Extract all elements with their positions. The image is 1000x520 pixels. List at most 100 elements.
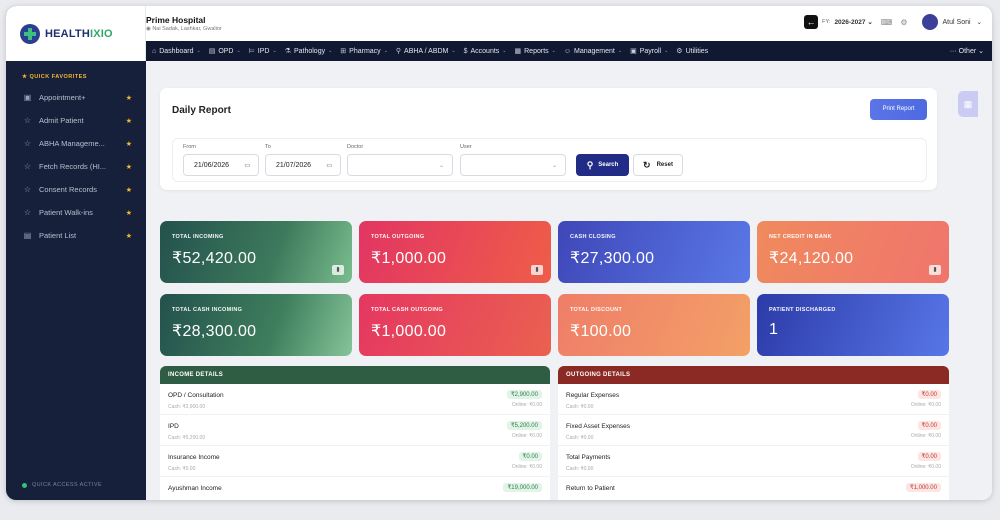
chevron-down-icon: ⌄ bbox=[328, 48, 333, 54]
amount-badge: ₹2,900.00 bbox=[506, 390, 542, 399]
stat-net-credit-bank: NET CREDIT IN BANK ₹24,120.00 ▮ bbox=[757, 221, 949, 283]
print-report-button[interactable]: Print Report bbox=[870, 99, 927, 120]
quick-access-status: QUICK ACCESS ACTIVE bbox=[22, 482, 102, 488]
amount-badge: ₹0.00 bbox=[917, 390, 941, 399]
favorite-star-icon[interactable]: ★ bbox=[126, 140, 132, 148]
search-button[interactable]: ⚲ Search bbox=[576, 154, 629, 176]
nav-dashboard[interactable]: ⌂ Dashboard ⌄ bbox=[152, 48, 201, 55]
avatar[interactable] bbox=[921, 14, 938, 30]
to-label: To bbox=[265, 144, 271, 150]
table-row[interactable]: OPD / Consultation Cash: ₹2,900.00 ₹2,900.… bbox=[160, 384, 550, 415]
sidebar-item-appointment[interactable]: ▣ Appointment+ ★ bbox=[6, 86, 146, 109]
nav-abha[interactable]: ⚲ ABHA / ABDM ⌄ bbox=[395, 47, 456, 56]
user-select[interactable]: ⌄ bbox=[460, 154, 566, 176]
to-date-input[interactable]: 21/07/2026 ▭ bbox=[265, 154, 341, 176]
sidebar-item-patient-walkins[interactable]: ☆ Patient Walk-ins ★ bbox=[6, 201, 146, 224]
table-row[interactable]: Regular Expenses Cash: ₹0.00 ₹0.00 Online: … bbox=[558, 384, 949, 415]
reset-button[interactable]: ↻ Reset bbox=[633, 154, 683, 176]
chevron-down-icon: ⌄ bbox=[383, 48, 388, 54]
calendar-icon: ▣ bbox=[23, 93, 32, 102]
calendar-icon: ▤ bbox=[208, 48, 216, 55]
stat-cash-closing: CASH CLOSING ₹27,300.00 bbox=[558, 221, 750, 283]
pharmacy-icon: ⊞ bbox=[340, 48, 347, 55]
favorite-star-icon[interactable]: ★ bbox=[126, 186, 132, 194]
hospital-info: Prime Hospital ◉ Nai Sadak, Lashkar, Gwa… bbox=[146, 15, 222, 32]
keyboard-icon[interactable]: ⌨ bbox=[881, 18, 893, 27]
stat-total-cash-outgoing: TOTAL CASH OUTGOING ₹1,000.00 bbox=[359, 294, 551, 356]
table-row[interactable]: Insurance Income Cash: ₹0.00 ₹0.00 Online: … bbox=[160, 446, 550, 477]
chevron-down-icon: ⌄ bbox=[438, 162, 444, 169]
favorite-star-icon[interactable]: ★ bbox=[126, 209, 132, 217]
document-icon[interactable]: ▮ bbox=[929, 265, 941, 275]
bed-icon: ⊨ bbox=[248, 48, 255, 55]
main-nav: ⌂ Dashboard ⌄ ▤ OPD ⌄ ⊨ IPD ⌄ ⚗ Pathology ⌄ ⊞ Pha… bbox=[146, 41, 992, 61]
amount-badge: ₹1,000.00 bbox=[905, 483, 941, 492]
header-controls: ← FY: 2026-2027 ⌄ ⌨ ⚙ Atul Soni ⌄ bbox=[804, 14, 982, 30]
nav-pathology[interactable]: ⚗ Pathology ⌄ bbox=[285, 47, 333, 56]
from-label: From bbox=[183, 144, 196, 150]
stat-total-outgoing: TOTAL OUTGOING ₹1,000.00 ▮ bbox=[359, 221, 551, 283]
document-icon[interactable]: ▮ bbox=[531, 265, 543, 275]
nav-accounts[interactable]: $ Accounts ⌄ bbox=[464, 48, 507, 55]
sidebar-item-abha-management[interactable]: ☆ ABHA Manageme... ★ bbox=[6, 132, 146, 155]
nav-ipd[interactable]: ⊨ IPD ⌄ bbox=[248, 47, 277, 56]
nav-management[interactable]: ☺ Management ⌄ bbox=[564, 48, 622, 55]
nav-reports[interactable]: ▦ Reports ⌄ bbox=[515, 47, 556, 56]
calendar-icon: ▭ bbox=[326, 162, 332, 169]
amount-badge: ₹0.00 bbox=[917, 421, 941, 430]
status-dot-icon bbox=[22, 482, 27, 488]
nav-pharmacy[interactable]: ⊞ Pharmacy ⌄ bbox=[340, 47, 388, 56]
sidebar-item-fetch-records[interactable]: ☆ Fetch Records (HI... ★ bbox=[6, 155, 146, 178]
chevron-down-icon: ⌄ bbox=[978, 48, 984, 55]
header: Prime Hospital ◉ Nai Sadak, Lashkar, Gwa… bbox=[146, 6, 992, 41]
gear-icon: ⚙ bbox=[676, 48, 683, 55]
user-name[interactable]: Atul Soni bbox=[943, 19, 971, 26]
chevron-down-icon: ⌄ bbox=[551, 162, 557, 169]
outgoing-details-title: OUTGOING DETAILS bbox=[558, 366, 949, 384]
sidebar-item-admit-patient[interactable]: ☆ Admit Patient ★ bbox=[6, 109, 146, 132]
brand-logo[interactable]: HEALTHIXIO bbox=[6, 6, 146, 61]
favorite-star-icon[interactable]: ★ bbox=[126, 232, 132, 240]
favorite-star-icon[interactable]: ★ bbox=[126, 117, 132, 125]
page-title: Daily Report bbox=[172, 105, 231, 116]
brand-name: HEALTHIXIO bbox=[45, 27, 113, 40]
nav-utilities[interactable]: ⚙ Utilities bbox=[676, 47, 708, 56]
nav-opd[interactable]: ▤ OPD ⌄ bbox=[208, 47, 241, 56]
wallet-icon: ▣ bbox=[630, 48, 637, 55]
table-row[interactable]: Ayushman Income ₹19,000.00 bbox=[160, 477, 550, 500]
list-icon: ▤ bbox=[23, 231, 32, 240]
table-row[interactable]: Fixed Asset Expenses Cash: ₹0.00 ₹0.00 Onli… bbox=[558, 415, 949, 446]
doctor-select[interactable]: ⌄ bbox=[347, 154, 453, 176]
daily-report-card: Daily Report Print Report From 21/06/202… bbox=[160, 88, 937, 190]
stat-total-incoming: TOTAL INCOMING ₹52,420.00 ▮ bbox=[160, 221, 352, 283]
outgoing-details-panel: OUTGOING DETAILS Regular Expenses Cash: ₹… bbox=[558, 366, 949, 500]
link-icon: ⚲ bbox=[395, 48, 402, 55]
chevron-down-icon: ⌄ bbox=[551, 48, 556, 54]
favorite-star-icon[interactable]: ★ bbox=[126, 94, 132, 102]
amount-badge: ₹0.00 bbox=[518, 452, 542, 461]
filter-panel: From 21/06/2026 ▭ To 21/07/2026 ▭ Doctor ⌄… bbox=[172, 138, 927, 182]
favorite-star-icon[interactable]: ★ bbox=[126, 163, 132, 171]
home-icon: ⌂ bbox=[152, 47, 157, 55]
amount-badge: ₹19,000.00 bbox=[503, 483, 542, 492]
table-row[interactable]: IPD Cash: ₹5,200.00 ₹5,200.00 Online: ₹0.00 bbox=[160, 415, 550, 446]
sidebar-item-consent-records[interactable]: ☆ Consent Records ★ bbox=[6, 178, 146, 201]
app-window: HEALTHIXIO ★ QUICK FAVORITES ▣ Appointmen… bbox=[6, 6, 992, 500]
table-row[interactable]: Return to Patient ₹1,000.00 bbox=[558, 477, 949, 500]
fy-select[interactable]: 2026-2027 ⌄ bbox=[834, 18, 872, 26]
nav-other[interactable]: ··· Other ⌄ bbox=[950, 47, 984, 55]
grid-toggle-icon[interactable]: ▦ bbox=[958, 91, 978, 117]
star-outline-icon: ☆ bbox=[23, 116, 32, 125]
back-arrow-icon[interactable]: ← bbox=[804, 15, 819, 29]
table-row[interactable]: Total Payments Cash: ₹0.00 ₹0.00 Online: ₹0… bbox=[558, 446, 949, 477]
favorites-list: ▣ Appointment+ ★ ☆ Admit Patient ★ ☆ ABHA Man… bbox=[6, 86, 146, 247]
fy-label: FY: bbox=[822, 19, 831, 25]
chevron-down-icon[interactable]: ⌄ bbox=[977, 18, 982, 26]
chevron-down-icon: ⌄ bbox=[502, 48, 507, 54]
nav-payroll[interactable]: ▣ Payroll ⌄ bbox=[630, 47, 668, 56]
sidebar-item-patient-list[interactable]: ▤ Patient List ★ bbox=[6, 224, 146, 247]
calendar-icon: ▭ bbox=[244, 162, 250, 169]
document-icon[interactable]: ▮ bbox=[332, 265, 344, 275]
from-date-input[interactable]: 21/06/2026 ▭ bbox=[183, 154, 259, 176]
gear-icon[interactable]: ⚙ bbox=[900, 18, 907, 27]
